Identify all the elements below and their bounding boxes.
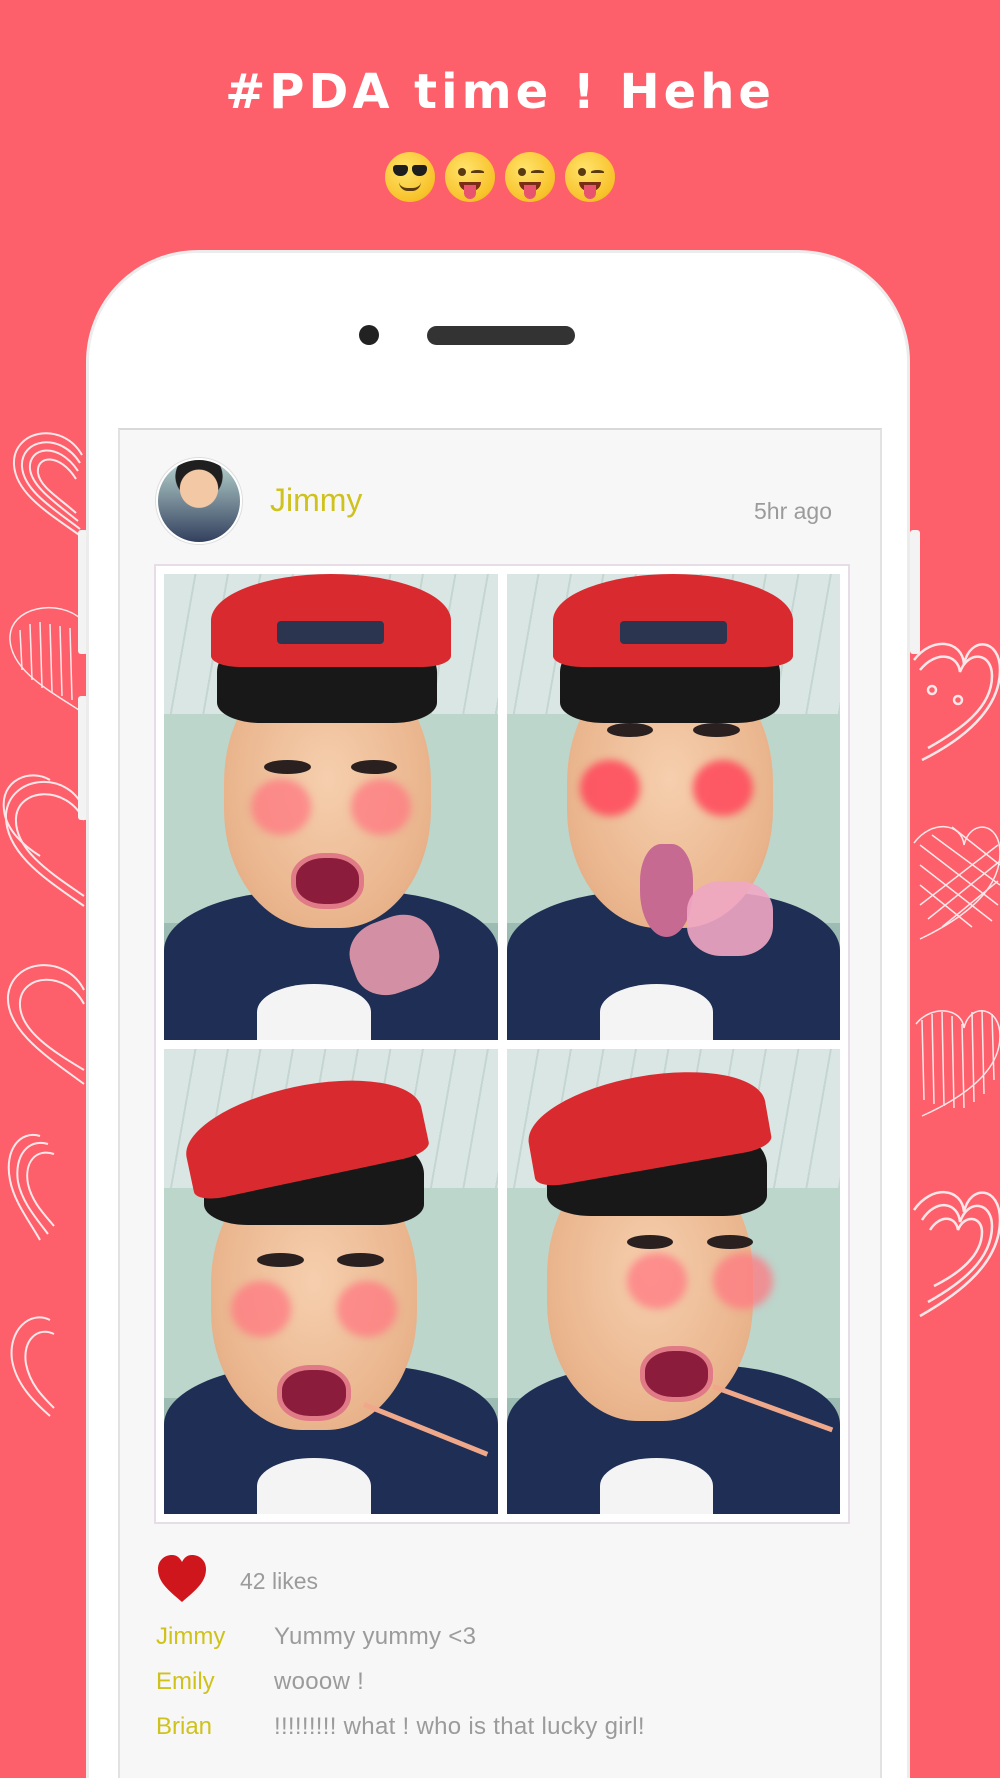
avatar[interactable] <box>156 458 242 544</box>
heart-doodle-icon <box>913 642 1000 762</box>
heart-doodle-icon <box>7 1133 55 1241</box>
heart-doodle-icon <box>915 1009 1000 1117</box>
comment-user[interactable]: Jimmy <box>156 1623 274 1651</box>
page-title: #PDA time ! Hehe <box>225 64 775 120</box>
photo-4[interactable] <box>506 1048 840 1514</box>
comment-text: !!!!!!!!! what ! who is that lucky girl! <box>274 1712 645 1740</box>
phone-camera <box>359 325 379 345</box>
phone-power-button <box>910 530 920 654</box>
comment-user[interactable]: Brian <box>156 1713 274 1741</box>
emoji-row <box>0 152 1000 202</box>
winking-tongue-emoji-icon <box>565 152 615 202</box>
comment-list: Jimmy Yummy yummy <3 Emily wooow ! Brian… <box>156 1614 856 1749</box>
post-username[interactable]: Jimmy <box>270 482 362 519</box>
photo-2[interactable] <box>506 574 840 1040</box>
heart-doodle-icon <box>6 964 85 1085</box>
phone-speaker <box>427 326 575 345</box>
comment-text: Yummy yummy <3 <box>274 1622 477 1650</box>
comment: Emily wooow ! <box>156 1659 856 1704</box>
heart-doodle-icon <box>912 1191 1000 1318</box>
comment-text: wooow ! <box>274 1667 365 1695</box>
heart-doodle-icon <box>9 606 83 713</box>
sunglasses-emoji-icon <box>385 152 435 202</box>
winking-tongue-emoji-icon <box>445 152 495 202</box>
likes-count: 42 likes <box>240 1568 318 1594</box>
heart-icon[interactable] <box>156 1554 208 1604</box>
heart-doodle-icon <box>12 432 83 538</box>
post-timestamp: 5hr ago <box>753 498 832 524</box>
photo-grid <box>154 564 850 1524</box>
photo-3[interactable] <box>164 1048 498 1514</box>
photo-1[interactable] <box>164 574 498 1040</box>
heart-doodle-icon <box>10 1316 55 1417</box>
heart-doodle-icon <box>913 826 1000 940</box>
winking-tongue-emoji-icon <box>505 152 555 202</box>
post-card: Jimmy 5hr ago 42 likes Jimmy Yummy yummy… <box>118 428 882 1778</box>
heart-doodle-icon <box>2 774 85 907</box>
comment: Brian !!!!!!!!! what ! who is that lucky… <box>156 1704 856 1749</box>
comment-user[interactable]: Emily <box>156 1668 274 1696</box>
comment: Jimmy Yummy yummy <3 <box>156 1614 856 1659</box>
